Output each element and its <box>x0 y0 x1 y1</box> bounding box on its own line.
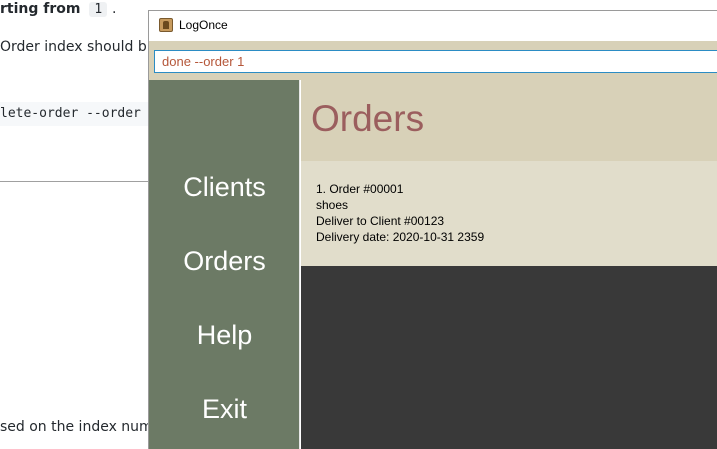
orders-header: Orders <box>301 80 717 161</box>
window-title: LogOnce <box>179 18 228 32</box>
page-title: Orders <box>311 98 425 139</box>
sidebar-item-orders[interactable]: Orders <box>149 246 300 277</box>
app-logo-icon <box>159 18 173 32</box>
sidebar-item-exit[interactable]: Exit <box>149 394 300 425</box>
main-panel: Orders 1. Order #00001 shoes Deliver to … <box>301 80 717 449</box>
doc-text: Order index should b <box>0 39 147 55</box>
sidebar: Clients Orders Help Exit <box>149 80 300 449</box>
title-bar[interactable]: LogOnce <box>149 11 717 41</box>
app-window: LogOnce Clients Orders Help Exit Orders … <box>148 10 717 449</box>
order-item: shoes <box>316 198 349 212</box>
doc-text: . <box>112 1 117 17</box>
doc-text-line: Order index should b <box>0 39 147 55</box>
doc-text: sed on the index num <box>0 419 153 435</box>
doc-inline-code: 1 <box>89 2 108 17</box>
doc-text-line: rting from 1 . <box>0 1 117 17</box>
doc-divider <box>0 181 150 182</box>
list-item[interactable]: 1. Order #00001 shoes Deliver to Client … <box>301 161 717 266</box>
order-delivery-date: Delivery date: 2020-10-31 2359 <box>316 230 485 244</box>
doc-code-block: lete-order --order <box>0 102 150 126</box>
command-bar <box>149 41 717 80</box>
doc-text-line: sed on the index num <box>0 419 153 435</box>
order-index-number: 1. Order #00001 <box>316 182 404 196</box>
sidebar-item-clients[interactable]: Clients <box>149 172 300 203</box>
order-client: Deliver to Client #00123 <box>316 214 445 228</box>
command-input[interactable] <box>154 50 717 73</box>
doc-text: rting from <box>0 1 81 17</box>
doc-code-text: lete-order --order <box>0 106 141 121</box>
sidebar-item-help[interactable]: Help <box>149 320 300 351</box>
